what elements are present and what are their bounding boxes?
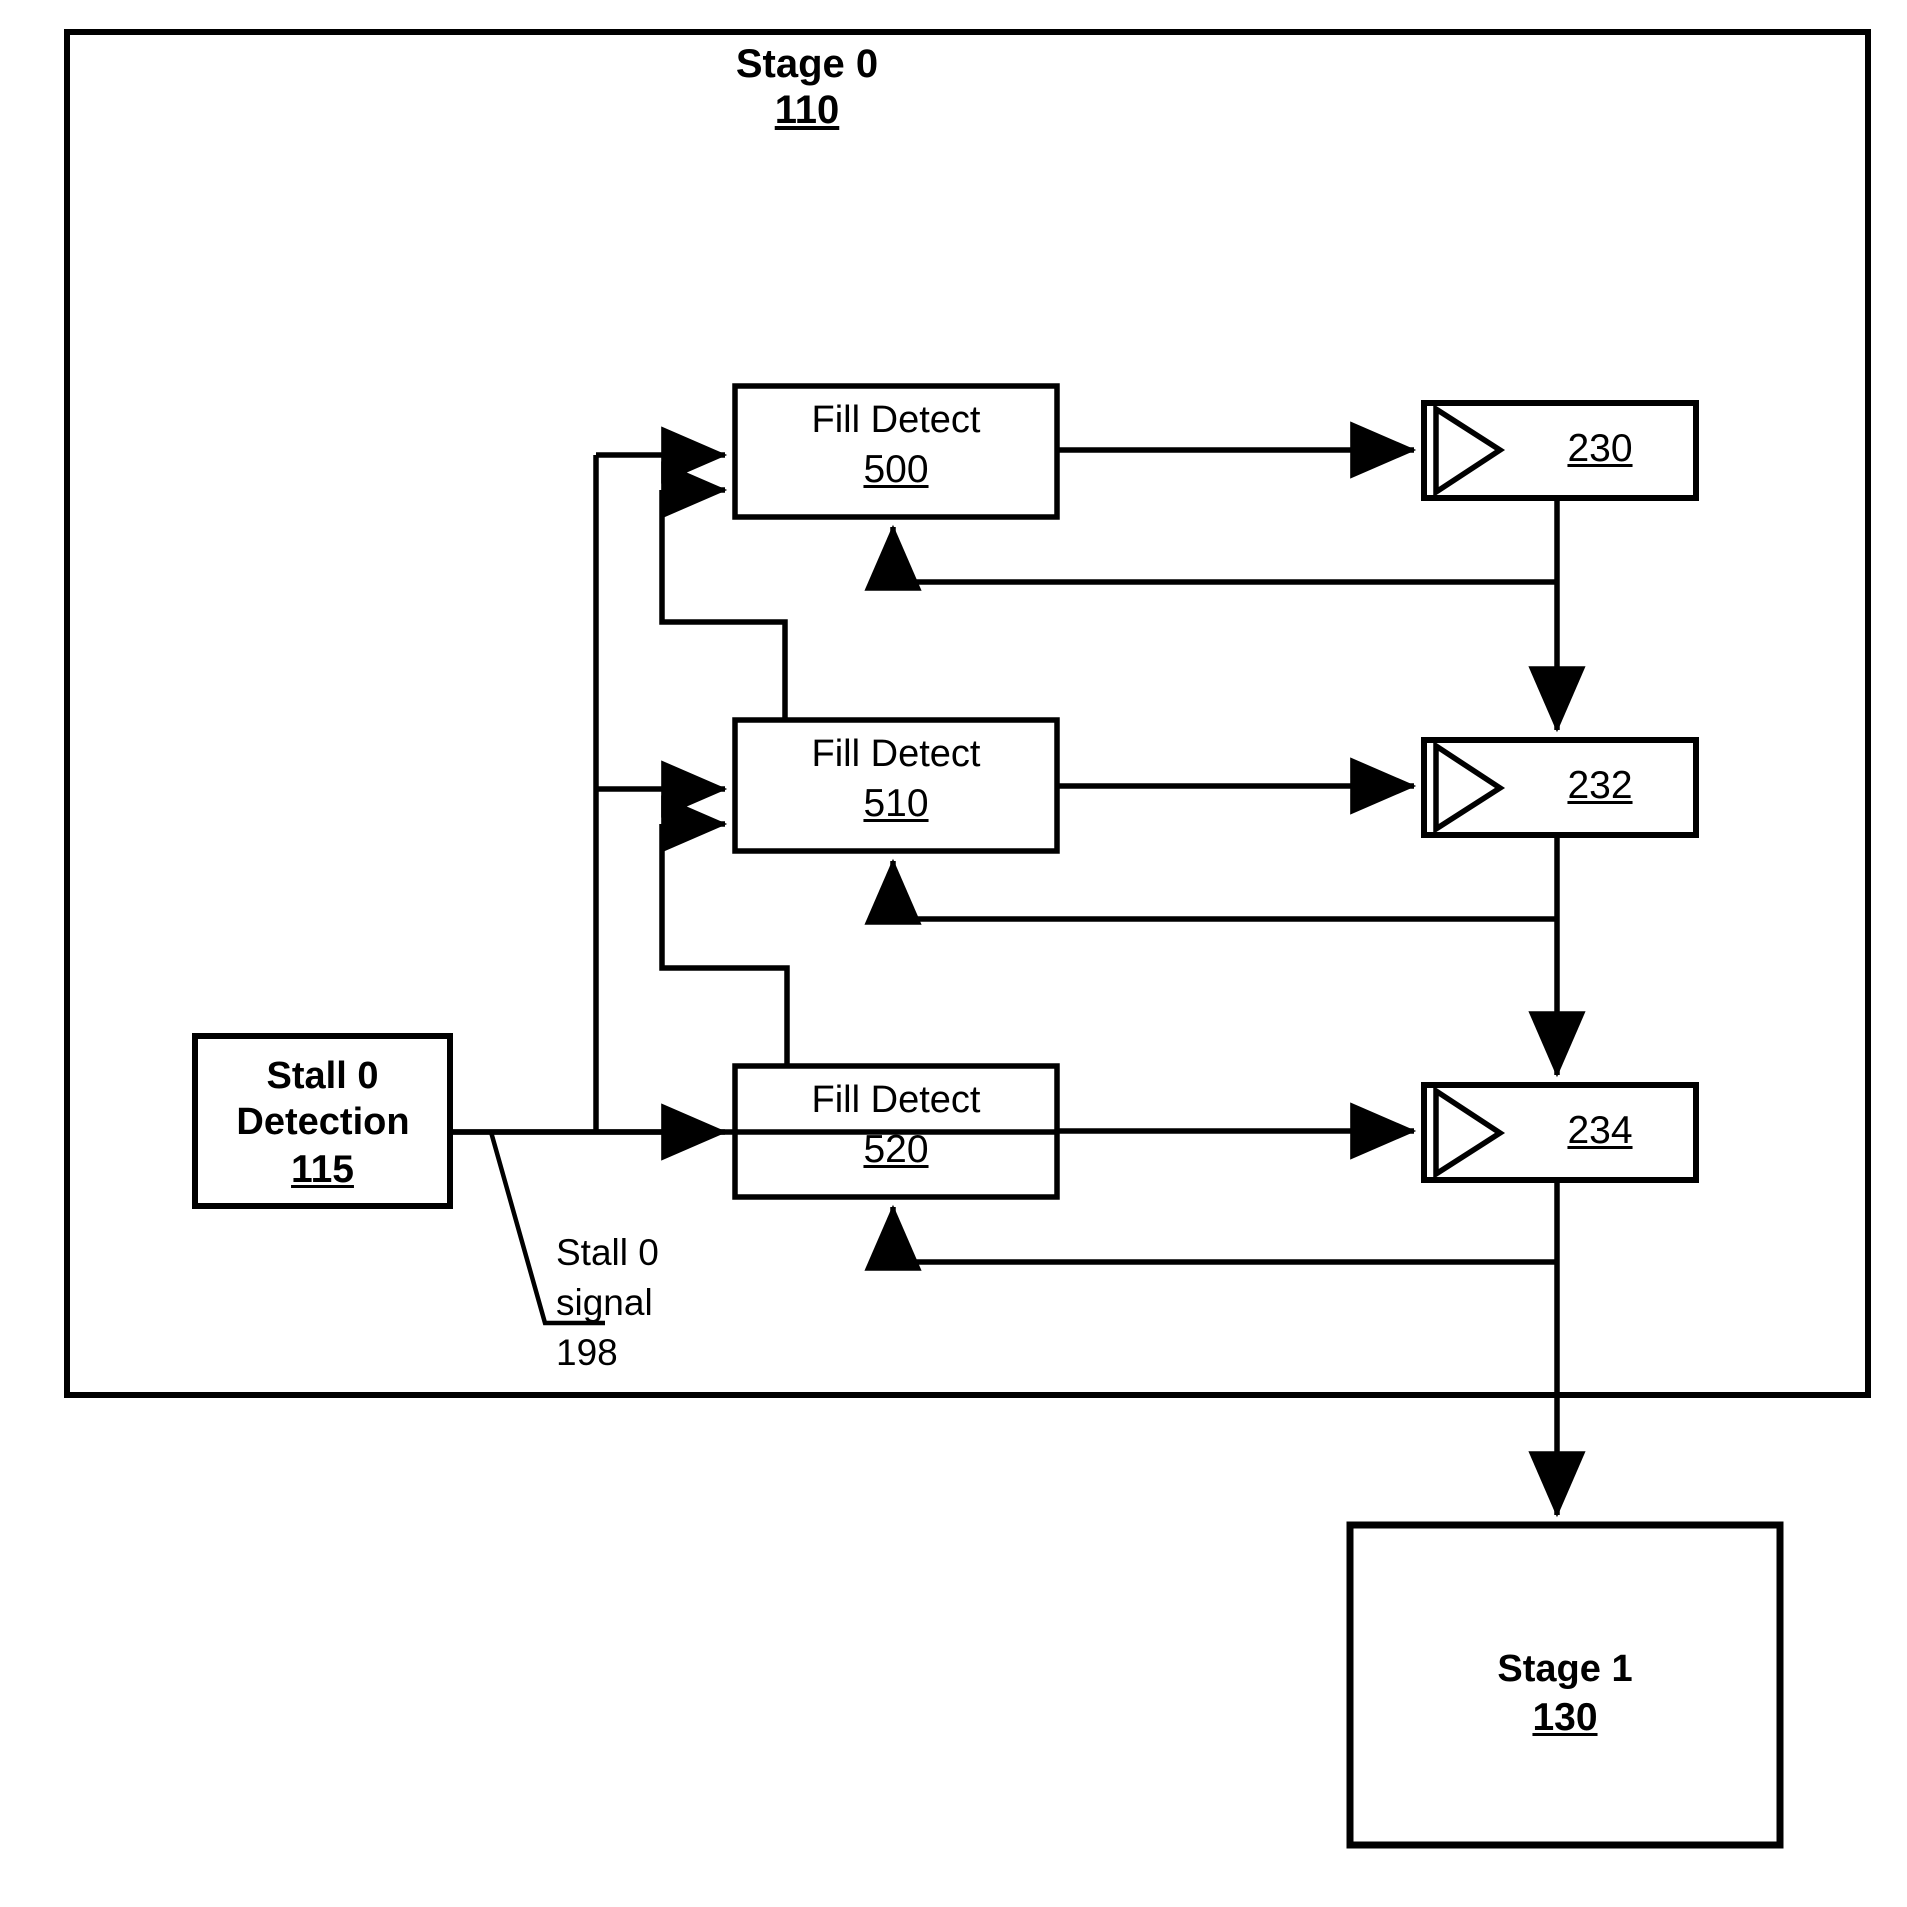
stall0-detection-line2: Detection <box>236 1101 410 1143</box>
stall0-detection-ref: 115 <box>291 1148 354 1191</box>
stall0-signal-line2: signal <box>556 1282 653 1323</box>
fill-detect-520-label: Fill Detect <box>811 1079 981 1121</box>
stall0-signal-line1: Stall 0 <box>556 1232 659 1273</box>
stage0-title: Stage 0 <box>735 42 879 86</box>
fill-detect-510-label: Fill Detect <box>811 733 981 775</box>
stage1-ref: 130 <box>1532 1696 1598 1739</box>
diagram-svg <box>64 29 1871 1849</box>
stall0-signal-ref: 198 <box>556 1332 618 1373</box>
latch-234-ref: 234 <box>1567 1109 1633 1152</box>
fill-detect-520-ref: 520 <box>863 1128 929 1171</box>
stall0-detection-line1: Stall 0 <box>266 1055 379 1097</box>
stage0-ref: 110 <box>774 88 840 132</box>
latch-230-ref: 230 <box>1567 427 1633 470</box>
diagram-canvas: Stage 0 110 Fill Detect 500 Fill Detect … <box>0 0 1907 1907</box>
fill-detect-510-ref: 510 <box>863 782 929 825</box>
fill-detect-500-ref: 500 <box>863 448 929 491</box>
stage1-label: Stage 1 <box>1497 1648 1633 1690</box>
fill-detect-500-label: Fill Detect <box>811 399 981 441</box>
latch-232-ref: 232 <box>1567 764 1633 807</box>
